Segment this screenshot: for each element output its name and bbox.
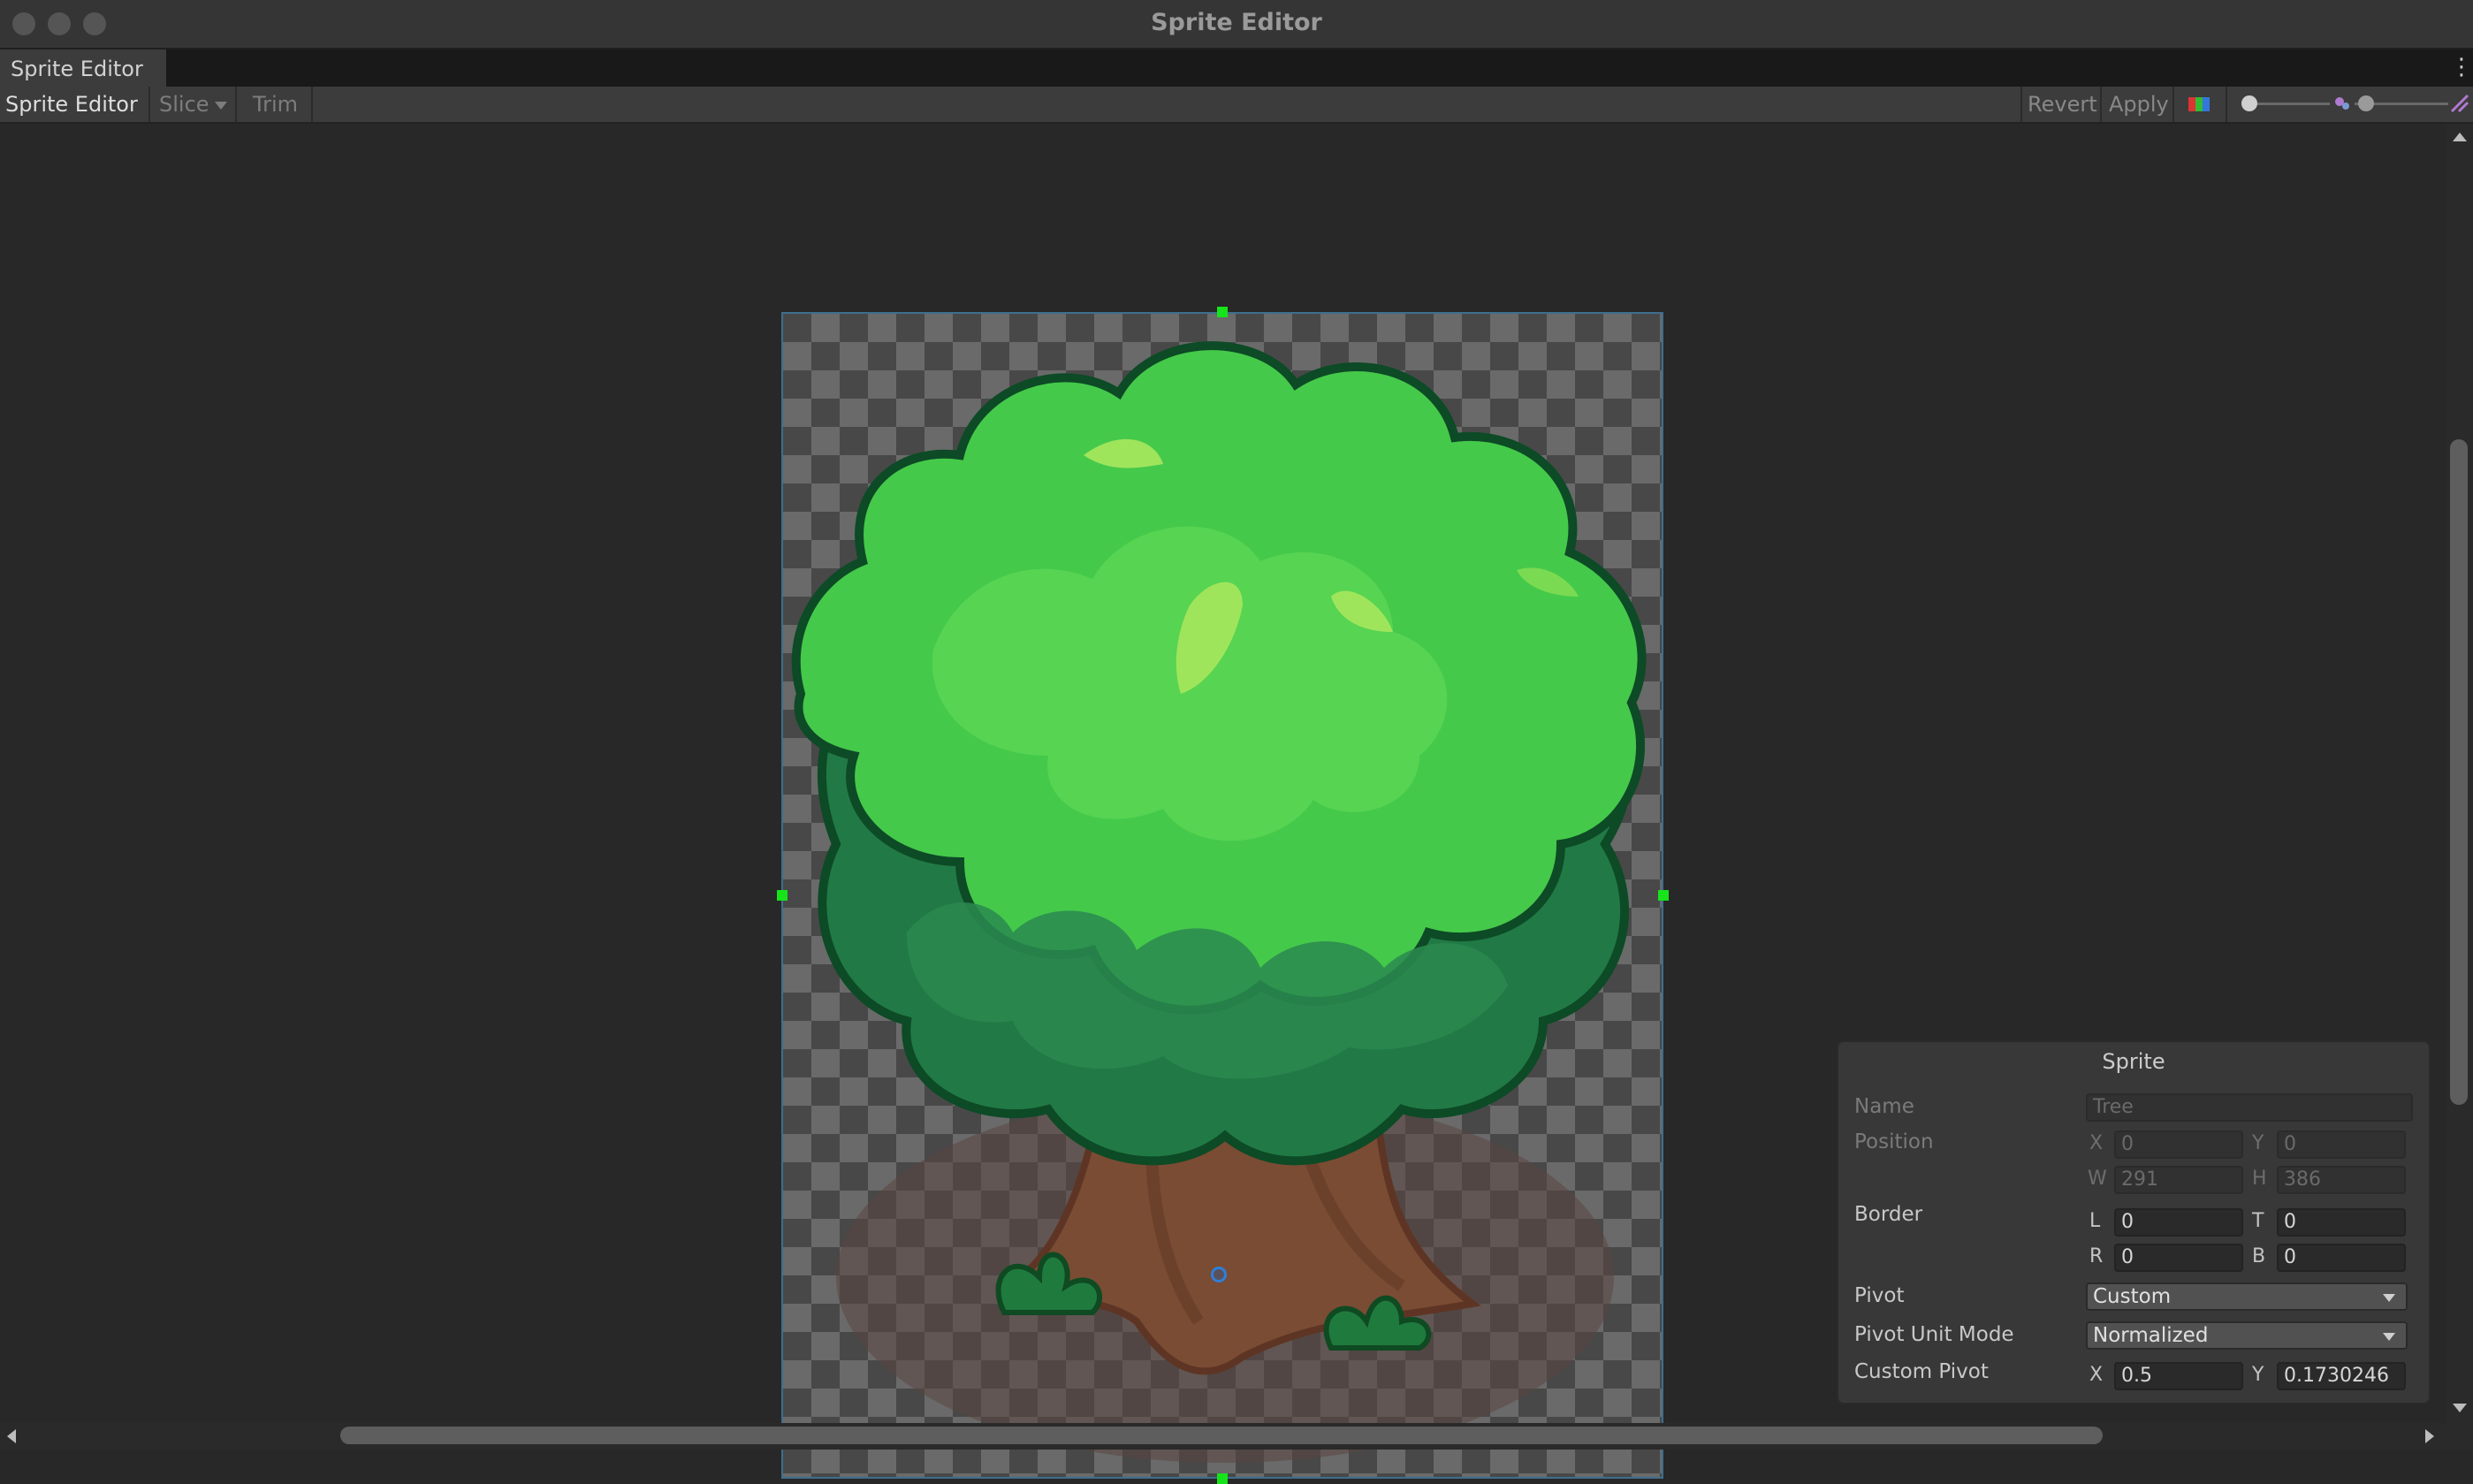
pivot-dropdown[interactable]: Custom [2086, 1282, 2408, 1311]
position-x-field: 0 [2114, 1130, 2243, 1159]
scroll-down-arrow-icon[interactable] [2453, 1404, 2467, 1412]
chevron-down-icon [214, 101, 227, 110]
slice-label: Slice [159, 92, 209, 117]
pos-y-axis-label: Y [2252, 1132, 2264, 1154]
sprite-inspector-panel: Sprite Name Tree Position X 0 Y 0 W 291 … [1837, 1040, 2431, 1404]
name-field: Tree [2086, 1093, 2413, 1122]
mipmap-icon [2333, 95, 2351, 113]
border-r-field[interactable]: 0 [2114, 1244, 2243, 1272]
pivot-unit-mode-value: Normalized [2093, 1324, 2209, 1347]
border-b-field[interactable]: 0 [2277, 1244, 2406, 1272]
custom-pivot-y-field[interactable]: 0.1730246 [2277, 1362, 2406, 1390]
resize-handle-bottom[interactable] [1217, 1473, 1228, 1484]
window-title: Sprite Editor [1151, 9, 1322, 36]
border-b-axis-label: B [2252, 1245, 2266, 1267]
border-t-field[interactable]: 0 [2277, 1208, 2406, 1237]
tree-sprite-image [791, 341, 1647, 1463]
custom-pivot-x-field[interactable]: 0.5 [2114, 1362, 2243, 1390]
revert-button[interactable]: Revert [2020, 87, 2102, 122]
chevron-down-icon [2383, 1333, 2395, 1341]
rgb-channel-icon [2188, 97, 2210, 111]
horizontal-scroll-thumb[interactable] [340, 1427, 2103, 1444]
custom-pivot-label: Custom Pivot [1854, 1360, 1989, 1383]
border-r-axis-label: R [2089, 1245, 2104, 1267]
scroll-left-arrow-icon[interactable] [7, 1429, 16, 1443]
position-w-field: 291 [2114, 1166, 2243, 1194]
mip-level-slider-handle[interactable] [2358, 95, 2374, 111]
mip-level-icon [2450, 94, 2469, 113]
mode-dropdown[interactable]: Sprite Editor [0, 87, 150, 145]
sprite-rect[interactable] [781, 312, 1663, 1479]
zoom-slider-handle[interactable] [2241, 95, 2257, 111]
trim-button[interactable]: Trim [239, 87, 313, 122]
apply-button[interactable]: Apply [2104, 87, 2174, 122]
border-t-axis-label: T [2252, 1210, 2264, 1232]
position-label: Position [1854, 1130, 1934, 1153]
mode-dropdown-label: Sprite Editor [5, 92, 138, 117]
tab-sprite-editor[interactable]: Sprite Editor [0, 49, 166, 87]
resize-handle-left[interactable] [777, 890, 788, 901]
panel-title: Sprite [2102, 1049, 2165, 1074]
pivot-unit-mode-label: Pivot Unit Mode [1854, 1323, 2014, 1346]
pos-h-axis-label: H [2252, 1168, 2267, 1190]
name-label: Name [1854, 1095, 1914, 1118]
resize-handle-right[interactable] [1658, 890, 1669, 901]
position-y-field: 0 [2277, 1130, 2406, 1159]
scroll-up-arrow-icon[interactable] [2453, 133, 2467, 141]
pos-w-axis-label: W [2088, 1168, 2107, 1190]
border-label: Border [1854, 1203, 1923, 1226]
vertical-scroll-thumb[interactable] [2450, 439, 2468, 1105]
position-h-field: 386 [2277, 1166, 2406, 1194]
border-l-field[interactable]: 0 [2114, 1208, 2243, 1237]
title-bar: Sprite Editor [0, 0, 2473, 49]
kebab-menu-icon[interactable]: ⋮ [2450, 53, 2473, 81]
pivot-label: Pivot [1854, 1284, 1905, 1307]
pos-x-axis-label: X [2089, 1132, 2104, 1154]
pivot-handle[interactable] [1211, 1267, 1227, 1282]
custom-pivot-x-axis-label: X [2089, 1364, 2104, 1386]
chevron-down-icon [2383, 1294, 2395, 1302]
tab-bar: Sprite Editor ⋮ [0, 49, 2473, 87]
toolbar: Sprite Editor Slice Trim Revert Apply [0, 87, 2473, 145]
pivot-dropdown-value: Custom [2093, 1285, 2172, 1308]
slice-dropdown[interactable]: Slice [152, 87, 237, 122]
custom-pivot-y-axis-label: Y [2252, 1364, 2264, 1386]
scroll-right-arrow-icon[interactable] [2425, 1429, 2434, 1443]
pivot-unit-mode-dropdown[interactable]: Normalized [2086, 1321, 2408, 1350]
border-l-axis-label: L [2089, 1210, 2101, 1232]
sprite-editor-window: Sprite Editor Sprite Editor ⋮ Sprite Edi… [0, 0, 2473, 1484]
resize-handle-top[interactable] [1217, 307, 1228, 317]
color-channel-toggle[interactable] [2176, 87, 2227, 122]
